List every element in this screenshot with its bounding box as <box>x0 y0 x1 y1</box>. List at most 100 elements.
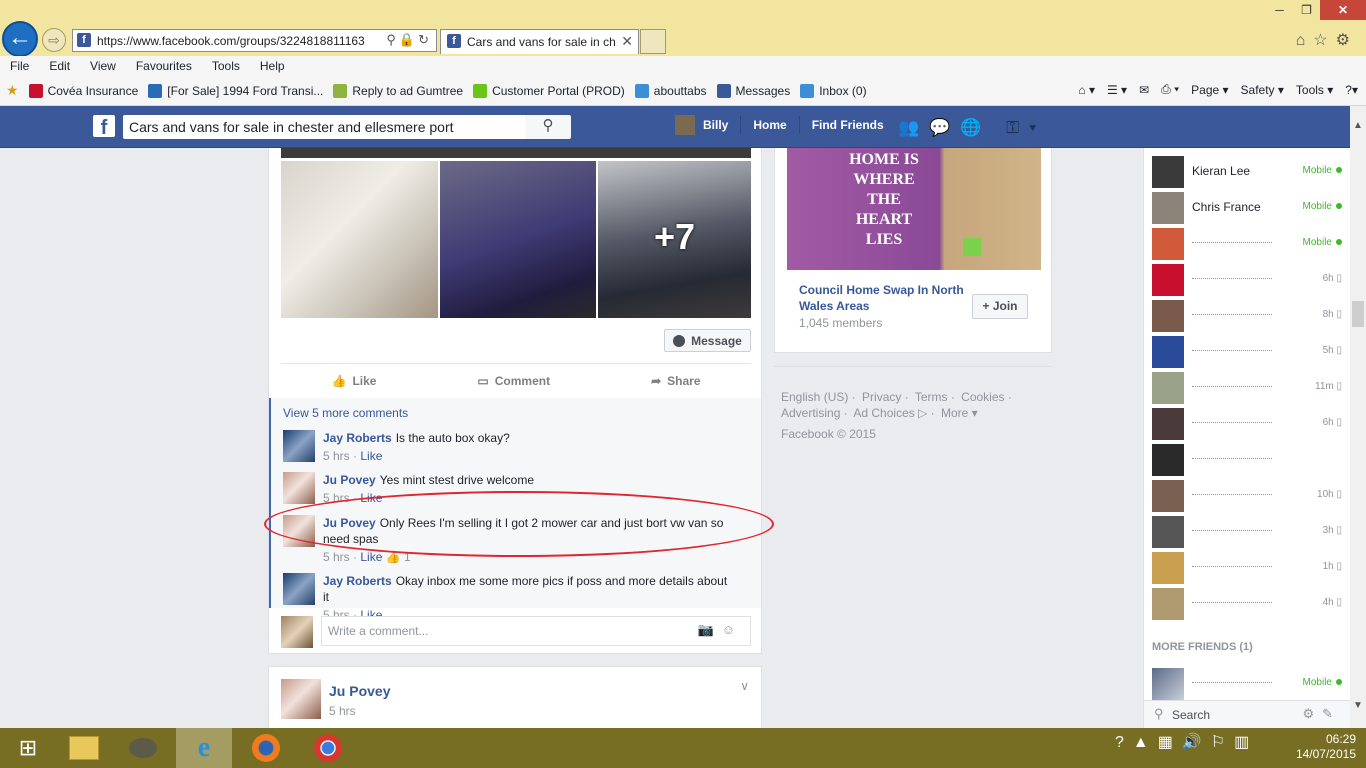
close-window-button[interactable]: ✕ <box>1320 0 1366 20</box>
favourites-star-icon[interactable]: ★ <box>6 82 19 99</box>
browser-toolbar-icons[interactable]: ⌂☆⚙ <box>1296 30 1358 50</box>
close-tab-icon[interactable]: ✕ <box>621 33 633 50</box>
home-icon[interactable]: ⌂ ▾ <box>1078 83 1095 97</box>
home-link[interactable]: Home <box>753 118 786 132</box>
print-icon[interactable]: ⎙ ▾ <box>1161 82 1179 97</box>
footer-advertising[interactable]: Advertising · <box>781 406 848 420</box>
restore-button[interactable]: ❐ <box>1293 0 1320 20</box>
gimp-icon[interactable] <box>115 728 171 768</box>
scroll-up-icon[interactable]: ▲ <box>1353 120 1363 131</box>
post-photo-documents[interactable] <box>281 161 438 318</box>
comment-time[interactable]: 5 hrs <box>323 550 350 564</box>
menu-view[interactable]: View <box>90 59 116 73</box>
chat-contact[interactable]: 8h ▯ <box>1152 298 1342 334</box>
avatar[interactable] <box>283 472 315 504</box>
post-author[interactable]: Ju Povey <box>329 683 390 699</box>
chat-contact[interactable]: 6h ▯ <box>1152 262 1342 298</box>
address-controls-icon[interactable]: ⚲🔒↻ <box>386 32 432 48</box>
internet-explorer-icon[interactable]: e <box>176 728 232 768</box>
chat-contact[interactable]: Kieran Lee Mobile <box>1152 154 1342 190</box>
system-tray-icons[interactable]: ?▲▦🔊⚐▥ <box>1115 732 1258 752</box>
menu-edit[interactable]: Edit <box>49 59 70 73</box>
join-group-button[interactable]: + Join <box>972 294 1028 319</box>
feeds-icon[interactable]: ☰ ▾ <box>1107 83 1127 97</box>
chat-contact[interactable]: Chris France Mobile <box>1152 190 1342 226</box>
chat-contact[interactable]: 1h ▯ <box>1152 550 1342 586</box>
chat-search-input[interactable]: Search <box>1172 708 1210 722</box>
forward-button[interactable]: ⇨ <box>42 28 66 52</box>
footer-more[interactable]: More ▾ <box>941 406 978 420</box>
message-button[interactable]: Message <box>664 329 751 352</box>
camera-emoji-icons[interactable]: 📷☺ <box>698 622 743 638</box>
chrome-icon[interactable] <box>300 728 356 768</box>
new-tab-button[interactable] <box>640 29 666 54</box>
menu-file[interactable]: File <box>10 59 29 73</box>
footer-terms[interactable]: Terms · <box>915 390 955 404</box>
chat-contact[interactable]: 3h ▯ <box>1152 514 1342 550</box>
chat-settings-icons[interactable]: ⚙✎ <box>1302 706 1341 722</box>
facebook-logo-icon[interactable]: f <box>93 115 115 139</box>
comment-button[interactable]: ▭ Comment <box>477 374 550 388</box>
post-photo-top[interactable] <box>281 148 751 158</box>
mail-icon[interactable]: ✉ <box>1139 83 1149 97</box>
comment-like-count[interactable]: 1 <box>404 550 411 564</box>
comment-like-link[interactable]: Like <box>360 449 382 463</box>
fav-inbox[interactable]: Inbox (0) <box>800 83 867 98</box>
comment-author[interactable]: Ju Povey <box>323 473 376 487</box>
comment-author[interactable]: Ju Povey <box>323 516 376 530</box>
scroll-down-icon[interactable]: ▼ <box>1353 700 1363 711</box>
profile-link[interactable]: Billy <box>703 118 728 132</box>
chat-contact[interactable]: 5h ▯ <box>1152 334 1342 370</box>
post-time[interactable]: 5 hrs <box>329 704 356 718</box>
facebook-search-input[interactable]: Cars and vans for sale in chester and el… <box>123 115 525 139</box>
chat-contact[interactable]: 11m ▯ <box>1152 370 1342 406</box>
avatar[interactable] <box>675 115 695 135</box>
post-photo-more[interactable]: +7 <box>598 161 751 318</box>
menu-favourites[interactable]: Favourites <box>136 59 192 73</box>
tools-menu[interactable]: Tools ▾ <box>1296 83 1333 97</box>
post-photo-wheel[interactable] <box>440 161 596 318</box>
address-bar[interactable]: f https://www.facebook.com/groups/322481… <box>72 29 437 52</box>
chat-contact[interactable]: 10h ▯ <box>1152 478 1342 514</box>
scrollbar[interactable]: ▲ ▼ <box>1350 106 1366 728</box>
firefox-icon[interactable] <box>238 728 294 768</box>
footer-language[interactable]: English (US) · <box>781 390 856 404</box>
footer-cookies[interactable]: Cookies · <box>961 390 1012 404</box>
comment-input[interactable]: Write a comment... <box>321 616 751 646</box>
fav-customer-portal[interactable]: Customer Portal (PROD) <box>473 83 625 98</box>
search-icon[interactable]: ⚲ <box>525 115 571 139</box>
comment-author[interactable]: Jay Roberts <box>323 574 392 588</box>
avatar[interactable] <box>283 573 315 605</box>
share-button[interactable]: ➦ Share <box>651 374 700 388</box>
chat-contact[interactable]: Mobile <box>1152 666 1342 702</box>
page-menu[interactable]: Page ▾ <box>1191 83 1228 97</box>
fav-covea[interactable]: Covéa Insurance <box>28 83 138 98</box>
group-cover-image[interactable]: HOME IS WHERE THE HEART LIES <box>787 148 1041 270</box>
windows-start-icon[interactable]: ⊞ <box>0 728 56 768</box>
menu-help[interactable]: Help <box>260 59 285 73</box>
chevron-down-icon[interactable]: ∨ <box>740 679 749 693</box>
find-friends-link[interactable]: Find Friends <box>812 118 884 132</box>
comment-time[interactable]: 5 hrs <box>323 449 350 463</box>
chat-search[interactable]: ⚲ Search ⚙✎ <box>1144 700 1351 728</box>
chat-contact[interactable]: 6h ▯ <box>1152 406 1342 442</box>
comment-time[interactable]: 5 hrs <box>323 491 350 505</box>
view-more-comments-link[interactable]: View 5 more comments <box>283 406 408 420</box>
comment-like-link[interactable]: Like <box>360 491 382 505</box>
footer-adchoices[interactable]: Ad Choices ▷ · <box>853 406 934 420</box>
avatar[interactable] <box>283 515 315 547</box>
clock[interactable]: 06:29 14/07/2015 <box>1296 732 1356 762</box>
like-button[interactable]: 👍 Like <box>331 374 376 388</box>
footer-privacy[interactable]: Privacy · <box>862 390 909 404</box>
back-button[interactable]: ← <box>2 21 38 57</box>
chat-contact[interactable] <box>1152 442 1342 478</box>
file-explorer-icon[interactable] <box>56 728 112 768</box>
scrollbar-thumb[interactable] <box>1352 301 1364 327</box>
safety-menu[interactable]: Safety ▾ <box>1241 83 1284 97</box>
avatar[interactable] <box>283 430 315 462</box>
avatar[interactable] <box>281 679 321 719</box>
fav-messages[interactable]: Messages <box>716 83 790 98</box>
minimize-button[interactable]: ─ <box>1266 0 1293 20</box>
group-name-link[interactable]: Council Home Swap In North Wales Areas <box>799 282 974 314</box>
fav-reply-gumtree[interactable]: Reply to ad Gumtree <box>333 83 463 98</box>
